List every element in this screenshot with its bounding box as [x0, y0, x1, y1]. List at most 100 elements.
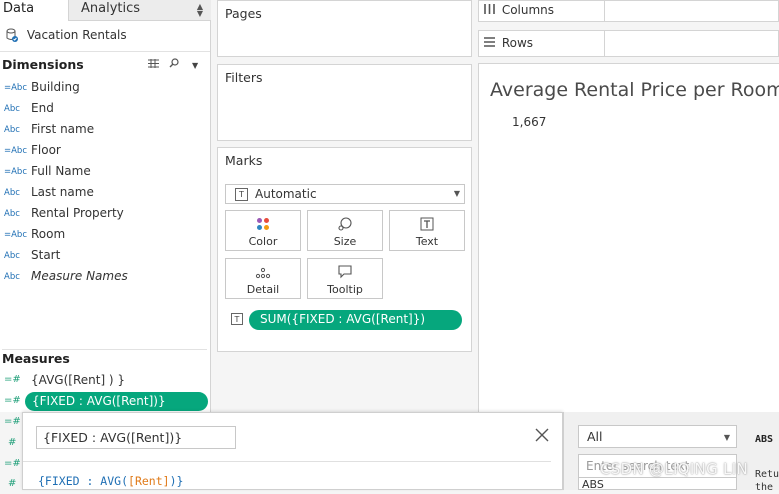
- close-icon[interactable]: [535, 427, 553, 445]
- color-dots-icon: [226, 216, 300, 235]
- field-type-icon: Abc: [4, 125, 20, 135]
- field-name: Building: [31, 80, 80, 94]
- dimension-field[interactable]: =Abc Floor: [0, 141, 210, 162]
- measure-type-icon: =#: [4, 395, 21, 406]
- measure-type-icon: =#: [4, 458, 21, 469]
- datasource-icon: [6, 28, 18, 42]
- measure-type-icon: #: [8, 478, 17, 489]
- size-icon: [308, 216, 382, 235]
- field-type-icon: Abc: [4, 188, 20, 198]
- function-list[interactable]: ABS: [578, 478, 737, 490]
- text-mark-icon: T: [231, 313, 243, 325]
- data-pane: Data Analytics ▲ ▼ Vacation Rentals Dimen…: [0, 0, 211, 412]
- datasource-name: Vacation Rentals: [26, 28, 127, 42]
- shelf-divider: [604, 31, 605, 56]
- detail-button[interactable]: Detail: [225, 258, 301, 299]
- view-toggle-icon[interactable]: [148, 58, 163, 71]
- field-name: Start: [31, 248, 61, 262]
- dimension-field[interactable]: Abc Last name: [0, 183, 210, 204]
- formula-field: [Rent]: [128, 474, 170, 488]
- field-type-icon: Abc: [4, 272, 20, 282]
- functions-panel: All ▼ Enter search text ABS ABS Retu the: [563, 412, 779, 493]
- tooltip-button[interactable]: Tooltip: [307, 258, 383, 299]
- dimension-field[interactable]: =Abc Room: [0, 225, 210, 246]
- filters-title: Filters: [225, 70, 263, 85]
- dimension-field[interactable]: Abc Measure Names: [0, 267, 210, 288]
- text-label: Text: [415, 235, 439, 248]
- color-label: Color: [248, 235, 278, 248]
- rows-shelf[interactable]: Rows: [478, 30, 779, 57]
- tab-data[interactable]: Data: [0, 0, 68, 21]
- dimension-field[interactable]: Abc End: [0, 99, 210, 120]
- field-type-icon: =Abc: [4, 230, 28, 240]
- formula-keyword: {FIXED : AVG(: [38, 474, 129, 488]
- mark-type-dropdown[interactable]: T Automatic ▼: [225, 184, 465, 204]
- mark-field-pill[interactable]: SUM({FIXED : AVG([Rent]}): [249, 310, 462, 330]
- dimension-field[interactable]: =Abc Building: [0, 78, 210, 99]
- measure-name: {AVG([Rent] ) }: [31, 373, 126, 387]
- field-name: Measure Names: [31, 269, 128, 283]
- measure-field[interactable]: =# {AVG([Rent] ) }: [0, 370, 210, 391]
- pages-title: Pages: [225, 6, 262, 21]
- field-name: Full Name: [31, 164, 91, 178]
- tab-analytics[interactable]: Analytics ▲ ▼: [68, 0, 211, 21]
- watermark: CSDN @LIQING LIN: [600, 460, 748, 478]
- columns-shelf[interactable]: Columns: [478, 0, 779, 22]
- filters-shelf[interactable]: Filters: [217, 64, 472, 141]
- tooltip-label: Tooltip: [327, 283, 363, 296]
- dimension-field[interactable]: Abc Rental Property: [0, 204, 210, 225]
- columns-icon: [484, 3, 499, 17]
- function-description-text: Retu the: [755, 469, 779, 493]
- calc-name-field[interactable]: {FIXED : AVG([Rent])}: [36, 426, 236, 449]
- text-icon: [390, 216, 464, 235]
- measure-type-icon: #: [8, 437, 17, 448]
- calc-formula-editor[interactable]: {FIXED : AVG([Rent])}: [38, 474, 183, 488]
- rows-text: Rows: [501, 36, 534, 50]
- field-name: Floor: [31, 143, 61, 157]
- detail-dots-icon: [226, 264, 300, 283]
- chevron-down-icon: ▼: [453, 189, 460, 198]
- mark-type-label: Automatic: [255, 187, 317, 201]
- color-button[interactable]: Color: [225, 210, 301, 251]
- view-title: Average Rental Price per Room: [490, 79, 779, 101]
- dimension-field[interactable]: Abc First name: [0, 120, 210, 141]
- text-mark-icon: T: [235, 188, 248, 201]
- shelf-divider: [604, 1, 605, 21]
- dimension-field[interactable]: Abc Start: [0, 246, 210, 267]
- calculation-editor: {FIXED : AVG([Rent])} {FIXED : AVG([Rent…: [22, 412, 563, 490]
- rows-icon: [484, 36, 499, 50]
- columns-text: Columns: [501, 3, 555, 17]
- field-type-icon: =Abc: [4, 146, 28, 156]
- up-down-arrows-icon[interactable]: ▲ ▼: [197, 3, 203, 18]
- size-label: Size: [333, 235, 357, 248]
- field-type-icon: Abc: [4, 104, 20, 114]
- field-name: Last name: [31, 185, 94, 199]
- field-name: Room: [31, 227, 66, 241]
- chevron-down-icon: ▼: [723, 433, 730, 442]
- menu-chevron-down-icon[interactable]: ▼: [192, 61, 198, 70]
- field-type-icon: =Abc: [4, 83, 28, 93]
- rows-label: Rows: [484, 36, 533, 50]
- size-button[interactable]: Size: [307, 210, 383, 251]
- formula-keyword: )}: [169, 474, 184, 488]
- function-description-title: ABS: [755, 434, 774, 445]
- text-button[interactable]: Text: [389, 210, 465, 251]
- marks-card: Marks T Automatic ▼ Color Size Text Deta…: [217, 147, 472, 352]
- field-name: Rental Property: [31, 206, 124, 220]
- dimensions-tools: ▼: [148, 58, 208, 72]
- pages-shelf[interactable]: Pages: [217, 0, 472, 57]
- columns-label: Columns: [484, 3, 554, 17]
- field-type-icon: =Abc: [4, 167, 28, 177]
- field-type-icon: Abc: [4, 209, 20, 219]
- field-name: End: [31, 101, 54, 115]
- function-category-dropdown[interactable]: All ▼: [578, 425, 737, 448]
- dimension-field[interactable]: =Abc Full Name: [0, 162, 210, 183]
- datasource-item[interactable]: Vacation Rentals: [0, 22, 210, 52]
- measure-field-selected[interactable]: =# {FIXED : AVG([Rent])}: [0, 391, 210, 412]
- tab-analytics-label: Analytics: [81, 1, 141, 16]
- divider: [23, 461, 551, 462]
- viz-view[interactable]: Average Rental Price per Room 1,667: [478, 63, 779, 413]
- function-list-item[interactable]: ABS: [582, 478, 604, 489]
- field-type-icon: Abc: [4, 251, 20, 261]
- search-icon[interactable]: [169, 58, 183, 71]
